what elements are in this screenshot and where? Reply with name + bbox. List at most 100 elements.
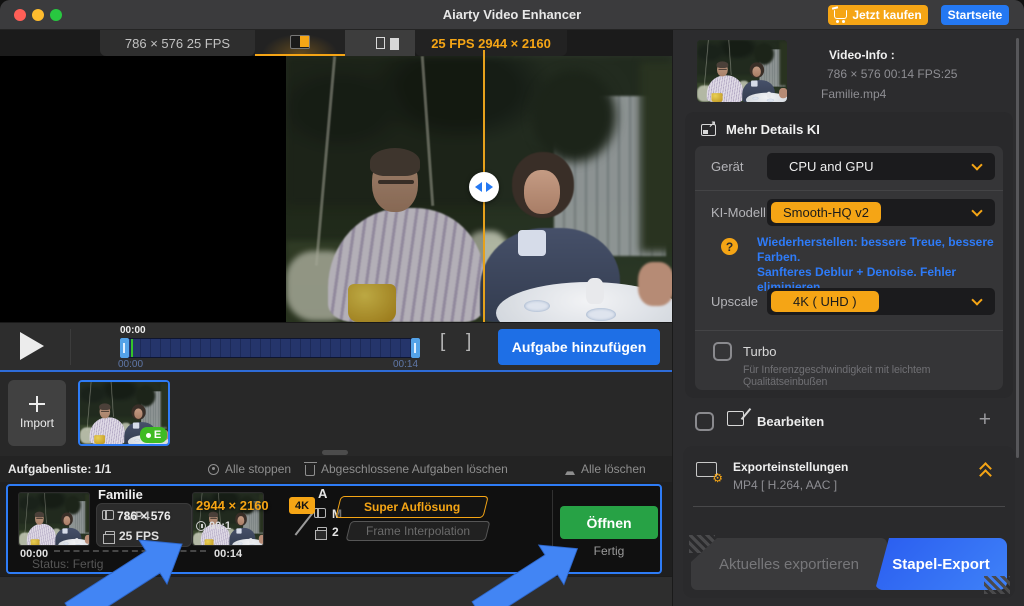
compare-slider-handle[interactable]: [469, 172, 499, 202]
add-task-button[interactable]: Aufgabe hinzufügen: [498, 329, 660, 365]
buy-now-label: Jetzt kaufen: [852, 8, 921, 22]
clear-finished-button[interactable]: Abgeschlossene Aufgaben löschen: [305, 462, 508, 476]
turbo-hint: Für Inferenzgeschwindigkeit mit leichtem…: [743, 364, 997, 388]
clip-duration: 00:1: [209, 520, 231, 532]
hatch-decoration: [984, 576, 1010, 594]
ai-settings-panel: Gerät CPU and GPU KI-Modell Smooth-HQ v2…: [695, 146, 1003, 390]
playhead-time: 00:00: [120, 325, 146, 336]
ai-details-header: Mehr Details KI: [701, 122, 820, 137]
open-button[interactable]: Öffnen: [560, 506, 658, 539]
plus-icon: [29, 396, 45, 412]
divider: [70, 329, 71, 365]
arrow-left-icon: [475, 182, 482, 192]
super-resolution-label: Super Auflösung: [364, 500, 460, 514]
task-list-header: Aufgabenliste: 1/1 Alle stoppen Abgeschl…: [0, 456, 672, 482]
divider: [693, 506, 1005, 507]
title-bar: Aiarty Video Enhancer Jetzt kaufen Start…: [0, 0, 1024, 30]
clock-icon: [196, 521, 206, 531]
clear-finished-label: Abgeschlossene Aufgaben löschen: [321, 462, 508, 476]
frames-icon: [317, 527, 327, 535]
set-out-point-button[interactable]: ]: [466, 331, 471, 353]
divider-tick: [483, 50, 485, 56]
home-button[interactable]: Startseite: [941, 5, 1009, 25]
split-half-icon: [290, 35, 310, 49]
model-help-text: Wiederherstellen: bessere Treue, bessere…: [757, 235, 999, 295]
trim-start-handle[interactable]: [120, 338, 129, 358]
task-name: Familie: [98, 487, 143, 502]
output-resolution: 2944 × 2160: [196, 498, 269, 513]
model-label: KI-Modell: [711, 205, 766, 220]
video-info-thumbnail: [697, 40, 787, 102]
media-strip: Import E: [0, 372, 672, 456]
film-icon: [314, 508, 326, 518]
upscale-value-pill: 4K ( UHD ): [771, 291, 879, 312]
arrow-right-icon: [486, 182, 493, 192]
upscale-dropdown[interactable]: 4K ( UHD ): [767, 288, 995, 315]
source-resolution-info: 786 × 576 25 FPS: [100, 30, 255, 56]
add-edit-button[interactable]: +: [979, 408, 991, 432]
dot-icon: [146, 433, 151, 438]
ai-details-card: Mehr Details KI Gerät CPU and GPU KI-Mod…: [685, 112, 1013, 398]
stop-all-label: Alle stoppen: [225, 462, 291, 476]
film-icon: [102, 510, 114, 520]
collapse-chevrons-icon[interactable]: [981, 464, 993, 478]
task-out-time: 00:14: [214, 548, 242, 560]
turbo-checkbox[interactable]: [713, 342, 732, 361]
device-value: CPU and GPU: [789, 159, 874, 174]
import-label: Import: [20, 416, 54, 430]
device-label: Gerät: [711, 159, 744, 174]
side-by-side-toggle[interactable]: [345, 30, 415, 56]
stop-icon: [208, 464, 219, 475]
preview-viewport: [0, 56, 672, 322]
set-in-point-button[interactable]: [: [440, 331, 445, 353]
app-window: Aiarty Video Enhancer Jetzt kaufen Start…: [0, 0, 1024, 606]
broom-icon: [565, 469, 575, 475]
export-card: Exporteinstellungen MP4 [ H.264, AAC ] A…: [683, 446, 1015, 598]
trim-end-handle[interactable]: [411, 338, 420, 358]
device-dropdown[interactable]: CPU and GPU: [767, 153, 995, 180]
media-thumbnail[interactable]: E: [78, 380, 170, 446]
before-side-overlay: [286, 56, 485, 322]
clear-all-button[interactable]: Alle löschen: [565, 462, 646, 476]
export-settings-title: Exporteinstellungen: [733, 460, 848, 474]
timeline-end-time: 00:14: [393, 359, 418, 370]
panel-drag-handle[interactable]: [322, 450, 348, 455]
clear-all-label: Alle löschen: [581, 462, 646, 476]
edit-checkbox[interactable]: [695, 412, 714, 431]
export-current-button[interactable]: Aktuelles exportieren: [691, 538, 887, 590]
chevron-down-icon: [971, 159, 982, 170]
expand-icon: [701, 124, 716, 136]
edit-row: Bearbeiten +: [685, 404, 1013, 440]
divider: [695, 190, 1003, 191]
video-info-title: Video-Info :: [829, 48, 895, 62]
help-icon[interactable]: ?: [721, 238, 738, 255]
divider: [695, 330, 1003, 331]
export-buttons: Aktuelles exportieren Stapel-Export: [691, 538, 1007, 590]
ai-details-title: Mehr Details KI: [726, 122, 820, 137]
import-button[interactable]: Import: [8, 380, 66, 446]
annotation-arrow-open: [455, 536, 581, 606]
sidebar-scrollbar[interactable]: [1016, 38, 1019, 458]
chevron-down-icon: [971, 205, 982, 216]
export-settings-icon: [696, 462, 717, 477]
trash-icon: [305, 465, 315, 476]
4k-badge: 4K: [289, 497, 315, 514]
home-label: Startseite: [948, 8, 1003, 22]
preview-header: Vor 786 × 576 25 FPS 25 FPS 2944 × 2160 …: [0, 30, 672, 56]
model-dropdown[interactable]: Smooth-HQ v2: [767, 199, 995, 226]
pencil-icon: [295, 512, 314, 535]
side-by-side-icon: [376, 37, 385, 49]
stop-all-button[interactable]: Alle stoppen: [208, 462, 291, 476]
split-view-toggle-active[interactable]: [255, 30, 345, 56]
timeline-start-time: 00:00: [118, 359, 143, 370]
play-button[interactable]: [20, 332, 44, 360]
chevron-down-icon: [971, 294, 982, 305]
clip-duration-overlay: 00:1: [196, 520, 231, 532]
timeline-track[interactable]: [120, 338, 420, 358]
model-value-pill: Smooth-HQ v2: [771, 202, 881, 223]
buy-now-button[interactable]: Jetzt kaufen: [828, 5, 928, 25]
second-clip-fps: 2: [332, 525, 339, 539]
output-resolution-info: 25 FPS 2944 × 2160: [415, 30, 567, 56]
video-info-details: 786 × 576 00:14 FPS:25: [827, 67, 957, 81]
export-format-value: MP4 [ H.264, AAC ]: [733, 478, 837, 492]
